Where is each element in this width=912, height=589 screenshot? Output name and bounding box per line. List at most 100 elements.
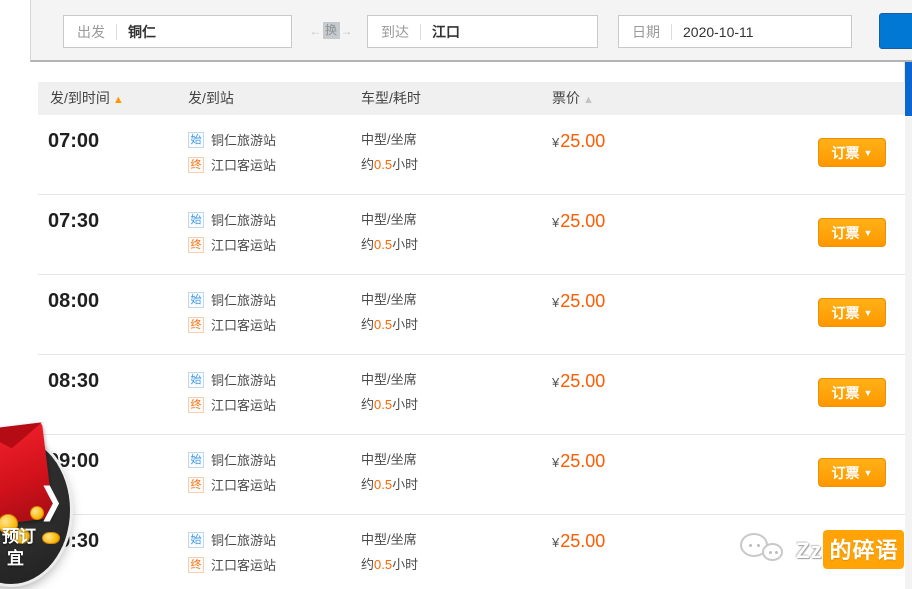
arrive-label: 到达 (381, 23, 409, 40)
destination-station: 江口客运站 (211, 238, 277, 253)
route-cell: 始 铜仁旅游站 终 江口客运站 (188, 287, 276, 337)
bus-type: 中型/坐席 (361, 292, 417, 307)
duration: 约0.5小时 (361, 472, 418, 497)
destination-station: 江口客运站 (211, 398, 277, 413)
depart-value: 铜仁 (128, 23, 156, 40)
swap-left-arrow-icon: ← (309, 23, 322, 38)
column-header-type-label: 车型/耗时 (361, 90, 421, 106)
price-cell: ¥25.00 (552, 131, 605, 152)
price-cell: ¥25.00 (552, 211, 605, 232)
swap-stations-button[interactable]: ← 换 → (303, 22, 359, 39)
book-button-label: 订票 (831, 224, 860, 241)
destination-tag: 终 (188, 316, 204, 333)
destination-line: 终 江口客运站 (188, 152, 276, 177)
book-button[interactable]: 订票 ▼ (818, 218, 886, 247)
price-cell: ¥25.00 (552, 451, 605, 472)
bus-type: 中型/坐席 (361, 372, 417, 387)
book-button[interactable]: 订票 ▼ (818, 378, 886, 407)
duration-prefix: 约 (361, 317, 375, 332)
destination-line: 终 江口客运站 (188, 552, 276, 577)
chevron-down-icon: ▼ (863, 467, 873, 478)
book-button-label: 订票 (831, 304, 860, 321)
price-cell: ¥25.00 (552, 371, 605, 392)
route-cell: 始 铜仁旅游站 终 江口客运站 (188, 367, 276, 417)
currency-symbol: ¥ (552, 215, 560, 230)
duration-value: 0.5 (374, 397, 393, 412)
date-value: 2020-10-11 (683, 23, 754, 40)
column-header-route-label: 发/到站 (188, 90, 234, 106)
arrive-field[interactable]: 到达 江口 (367, 15, 598, 48)
duration: 约0.5小时 (361, 552, 418, 577)
price-value: 25.00 (560, 531, 606, 551)
price-value: 25.00 (560, 371, 606, 391)
departure-time: 08:00 (48, 290, 100, 312)
origin-line: 始 铜仁旅游站 (188, 207, 276, 232)
duration: 约0.5小时 (361, 232, 418, 257)
arrive-value: 江口 (432, 23, 460, 40)
duration-suffix: 小时 (392, 557, 419, 572)
bus-type-cell: 中型/坐席 约0.5小时 (361, 287, 418, 337)
chevron-right-icon[interactable]: ❯ (39, 480, 63, 522)
column-header-price-label: 票价 (552, 90, 580, 106)
chat-bubbles-icon (740, 531, 788, 569)
depart-field[interactable]: 出发 铜仁 (63, 15, 292, 48)
duration-suffix: 小时 (392, 237, 419, 252)
currency-symbol: ¥ (552, 455, 560, 470)
origin-station: 铜仁旅游站 (211, 453, 277, 468)
duration-suffix: 小时 (392, 317, 419, 332)
book-button-label: 订票 (831, 384, 860, 401)
destination-line: 终 江口客运站 (188, 472, 276, 497)
duration-prefix: 约 (361, 237, 375, 252)
schedule-row: 09:00 始 铜仁旅游站 终 江口客运站 中型/坐席 约0.5小时 ¥25.0… (38, 435, 905, 515)
origin-line: 始 铜仁旅游站 (188, 527, 276, 552)
origin-tag: 始 (188, 531, 204, 548)
bus-ticket-results-page: 出发 铜仁 ← 换 → 到达 江口 日期 2020-10-11 发/到时间▲ (0, 0, 912, 589)
column-header-price[interactable]: 票价 ▲ (552, 82, 594, 117)
chevron-down-icon: ▼ (863, 387, 873, 398)
duration-value: 0.5 (374, 557, 393, 572)
duration-value: 0.5 (374, 317, 393, 332)
price-value: 25.00 (560, 451, 606, 471)
origin-station: 铜仁旅游站 (211, 373, 277, 388)
destination-station: 江口客运站 (211, 558, 277, 573)
book-button[interactable]: 订票 ▼ (818, 138, 886, 167)
book-button[interactable]: 订票 ▼ (818, 298, 886, 327)
scrollbar-track[interactable] (905, 62, 912, 589)
search-button[interactable] (879, 13, 912, 49)
bus-type-cell: 中型/坐席 约0.5小时 (361, 127, 418, 177)
schedule-rows: 07:00 始 铜仁旅游站 终 江口客运站 中型/坐席 约0.5小时 ¥25.0… (38, 115, 905, 589)
destination-station: 江口客运站 (211, 318, 277, 333)
duration-suffix: 小时 (392, 157, 419, 172)
duration: 约0.5小时 (361, 152, 418, 177)
origin-tag: 始 (188, 371, 204, 388)
book-button[interactable]: 订票 ▼ (818, 458, 886, 487)
origin-station: 铜仁旅游站 (211, 293, 277, 308)
destination-line: 终 江口客运站 (188, 232, 276, 257)
duration-value: 0.5 (374, 157, 393, 172)
departure-time: 08:30 (48, 370, 100, 392)
duration-suffix: 小时 (392, 397, 419, 412)
duration: 约0.5小时 (361, 312, 418, 337)
destination-station: 江口客运站 (211, 478, 277, 493)
watermark-prefix: Zz (796, 538, 823, 563)
column-header-time[interactable]: 发/到时间 ▲ (50, 82, 124, 117)
duration-prefix: 约 (361, 157, 375, 172)
date-field[interactable]: 日期 2020-10-11 (618, 15, 852, 48)
swap-right-arrow-icon: → (340, 23, 353, 38)
scrollbar-thumb[interactable] (905, 62, 912, 116)
currency-symbol: ¥ (552, 295, 560, 310)
watermark: Zz 的碎语 (740, 530, 905, 569)
route-cell: 始 铜仁旅游站 终 江口客运站 (188, 207, 276, 257)
watermark-highlight: 的碎语 (823, 530, 905, 569)
depart-label: 出发 (77, 23, 105, 40)
destination-tag: 终 (188, 236, 204, 253)
schedule-row: 08:00 始 铜仁旅游站 终 江口客运站 中型/坐席 约0.5小时 ¥25.0… (38, 275, 905, 355)
schedule-row: 07:00 始 铜仁旅游站 终 江口客运站 中型/坐席 约0.5小时 ¥25.0… (38, 115, 905, 195)
destination-line: 终 江口客运站 (188, 312, 276, 337)
route-cell: 始 铜仁旅游站 终 江口客运站 (188, 127, 276, 177)
origin-tag: 始 (188, 211, 204, 228)
swap-icon: 换 (322, 22, 340, 39)
departure-time: 07:00 (48, 130, 100, 152)
duration-prefix: 约 (361, 477, 375, 492)
chevron-down-icon: ▼ (863, 307, 873, 318)
